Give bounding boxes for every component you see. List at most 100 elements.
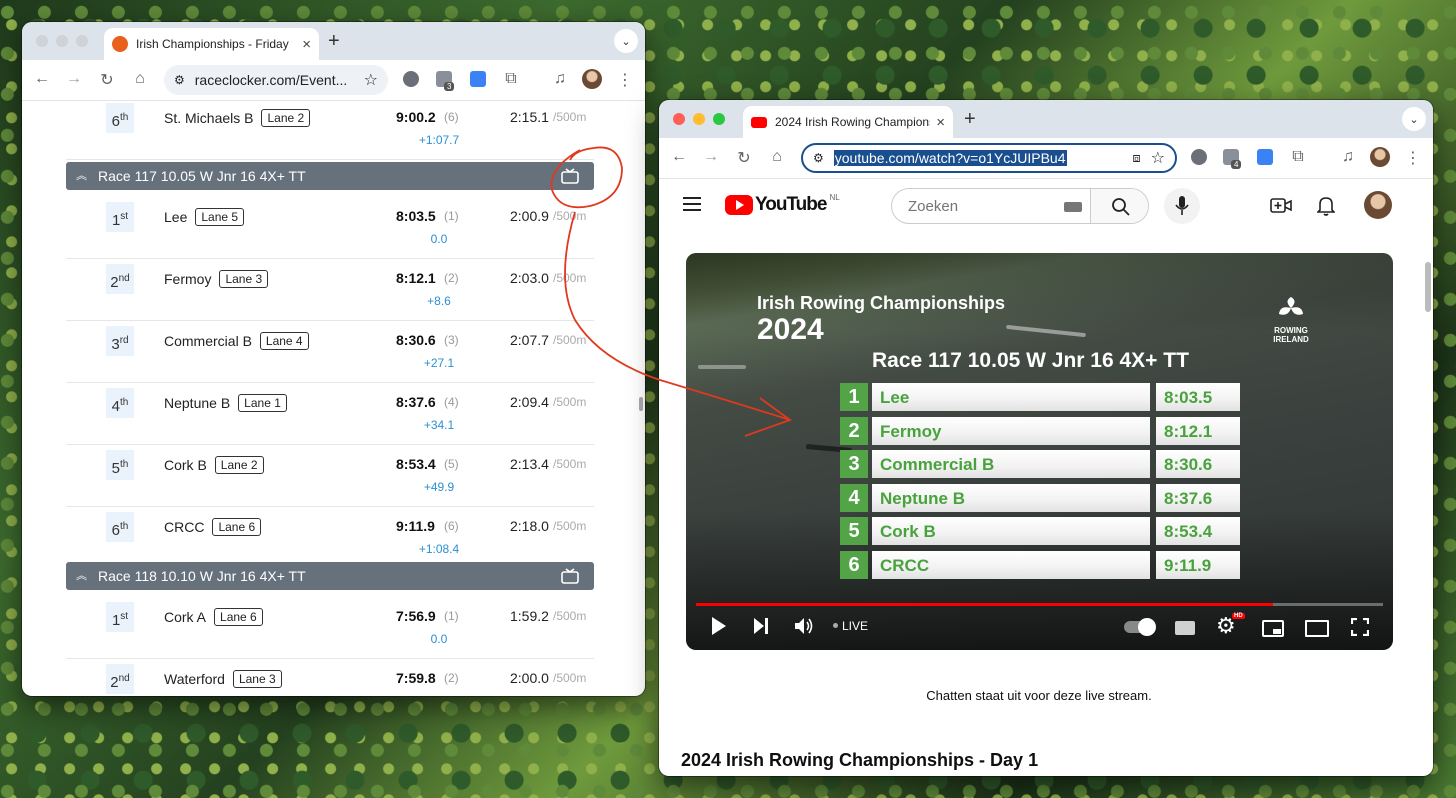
result-row: 3rd Commercial B Lane 4 8:30.6 (3) +27.1 2:07.… bbox=[66, 320, 594, 383]
subtitles-icon[interactable] bbox=[1175, 621, 1195, 635]
account-avatar[interactable] bbox=[1364, 191, 1392, 219]
time-difference: +27.1 bbox=[423, 356, 455, 370]
new-tab-button[interactable]: + bbox=[964, 108, 976, 131]
bookmark-star-icon[interactable]: ☆ bbox=[364, 70, 378, 90]
tab-search-button[interactable]: ⌄ bbox=[614, 29, 638, 53]
site-settings-icon[interactable]: ⚙ bbox=[813, 151, 824, 165]
place-badge: 1st bbox=[106, 602, 134, 632]
boat-shape bbox=[1006, 324, 1086, 338]
race-header-117[interactable]: ︽ Race 117 10.05 W Jnr 16 4X+ TT bbox=[66, 162, 594, 190]
back-icon[interactable]: ← bbox=[32, 70, 52, 88]
reload-icon[interactable]: ↻ bbox=[97, 70, 117, 90]
split-time: 2:18.0 bbox=[510, 518, 549, 534]
forward-icon[interactable]: → bbox=[64, 70, 84, 88]
extension-gear-icon[interactable] bbox=[403, 71, 419, 87]
browser-menu-icon[interactable]: ⋮ bbox=[1403, 148, 1423, 168]
split-unit: /500m bbox=[553, 333, 587, 347]
volume-icon[interactable] bbox=[794, 617, 814, 635]
extension-phone-icon[interactable] bbox=[1257, 149, 1273, 165]
tab-youtube[interactable]: 2024 Irish Rowing Champions × bbox=[743, 106, 953, 138]
lane-badge: Lane 1 bbox=[238, 394, 287, 412]
play-icon[interactable] bbox=[710, 616, 728, 636]
tab-strip: 2024 Irish Rowing Champions × + ⌄ bbox=[659, 100, 1433, 138]
time-difference: +1:07.7 bbox=[418, 133, 460, 147]
miniplayer-icon[interactable] bbox=[1262, 620, 1284, 637]
youtube-logo[interactable]: YouTube NL bbox=[725, 193, 840, 216]
media-control-icon[interactable]: ♫ bbox=[1338, 148, 1358, 166]
leaderboard-time: 8:12.1 bbox=[1156, 416, 1240, 445]
close-tab-icon[interactable]: × bbox=[302, 36, 311, 53]
extensions-puzzle-icon[interactable]: ⧉ bbox=[501, 70, 521, 88]
browser-menu-icon[interactable]: ⋮ bbox=[615, 70, 635, 90]
crew-name: Cork B Lane 2 bbox=[164, 456, 264, 474]
scrollbar-thumb[interactable] bbox=[639, 397, 643, 411]
collapse-chevron-icon[interactable]: ︽ bbox=[76, 562, 87, 590]
profile-avatar[interactable] bbox=[1370, 147, 1390, 167]
media-control-icon[interactable]: ♫ bbox=[550, 70, 570, 88]
leaderboard-time: 9:11.9 bbox=[1156, 550, 1240, 579]
extensions-puzzle-icon[interactable]: ⧉ bbox=[1288, 148, 1308, 166]
leaderboard-position: 2 bbox=[840, 416, 868, 445]
autoplay-toggle[interactable] bbox=[1124, 618, 1156, 636]
hamburger-menu-icon[interactable] bbox=[683, 197, 701, 211]
voice-search-button[interactable] bbox=[1164, 188, 1200, 224]
leaderboard-position: 6 bbox=[840, 550, 868, 579]
create-video-icon[interactable] bbox=[1270, 197, 1292, 215]
new-tab-button[interactable]: + bbox=[328, 30, 340, 53]
place-badge: 6th bbox=[106, 512, 134, 542]
keyboard-icon[interactable] bbox=[1064, 202, 1082, 212]
rank: (2) bbox=[444, 671, 459, 685]
theater-mode-icon[interactable] bbox=[1305, 620, 1329, 637]
page-scrollbar-thumb[interactable] bbox=[1425, 262, 1431, 312]
tab-search-button[interactable]: ⌄ bbox=[1402, 107, 1426, 131]
home-icon[interactable]: ⌂ bbox=[130, 70, 150, 88]
address-bar[interactable]: ⚙ raceclocker.com/Event... ☆ bbox=[164, 65, 388, 95]
next-icon[interactable] bbox=[752, 617, 770, 635]
notifications-bell-icon[interactable] bbox=[1317, 196, 1335, 216]
window-controls bbox=[673, 113, 725, 125]
profile-avatar[interactable] bbox=[582, 69, 602, 89]
install-app-icon[interactable]: ⧈ bbox=[1132, 150, 1140, 166]
tab-raceclocker[interactable]: Irish Championships - Friday × bbox=[104, 28, 319, 60]
progress-bar[interactable] bbox=[696, 603, 1383, 606]
chat-disabled-message: Chatten staat uit voor deze live stream. bbox=[926, 688, 1152, 703]
site-settings-icon[interactable]: ⚙ bbox=[174, 73, 185, 87]
home-icon[interactable]: ⌂ bbox=[767, 148, 787, 166]
lane-badge: Lane 3 bbox=[219, 270, 269, 288]
finish-time: 8:03.5 bbox=[396, 208, 436, 224]
time-difference: +49.9 bbox=[423, 480, 455, 494]
search-box[interactable] bbox=[891, 188, 1149, 224]
search-input[interactable] bbox=[906, 197, 1060, 216]
collapse-chevron-icon[interactable]: ︽ bbox=[76, 162, 87, 190]
extension-gear-icon[interactable] bbox=[1191, 149, 1207, 165]
forward-icon[interactable]: → bbox=[701, 148, 721, 166]
place-badge: 5th bbox=[106, 450, 134, 480]
zoom-window-button[interactable] bbox=[76, 35, 88, 47]
minimize-window-button[interactable] bbox=[56, 35, 68, 47]
extension-phone-icon[interactable] bbox=[470, 71, 486, 87]
place-badge: 6th bbox=[106, 103, 134, 133]
split-time: 1:59.2 bbox=[510, 608, 549, 624]
minimize-window-button[interactable] bbox=[693, 113, 705, 125]
race-header-118[interactable]: ︽ Race 118 10.10 W Jnr 16 4X+ TT bbox=[66, 562, 594, 590]
close-tab-icon[interactable]: × bbox=[936, 114, 945, 131]
close-window-button[interactable] bbox=[673, 113, 685, 125]
fullscreen-icon[interactable] bbox=[1351, 618, 1369, 636]
browser-toolbar: ← → ↻ ⌂ ⚙ youtube.com/watch?v=o1YcJUIPBu… bbox=[659, 138, 1433, 179]
search-button[interactable] bbox=[1090, 189, 1148, 223]
back-icon[interactable]: ← bbox=[669, 148, 689, 166]
reload-icon[interactable]: ↻ bbox=[734, 148, 754, 168]
address-bar[interactable]: ⚙ youtube.com/watch?v=o1YcJUIPBu4 ⧈ ☆ bbox=[801, 143, 1177, 173]
live-indicator[interactable]: LIVE bbox=[833, 619, 868, 633]
tv-icon[interactable] bbox=[560, 568, 580, 586]
time-difference: +8.6 bbox=[427, 294, 451, 308]
bookmark-star-icon[interactable]: ☆ bbox=[1151, 148, 1165, 168]
finish-time: 8:53.4 bbox=[396, 456, 436, 472]
video-player[interactable]: Irish Rowing Championships 2024 ROWING I… bbox=[686, 253, 1393, 650]
zoom-window-button[interactable] bbox=[713, 113, 725, 125]
tv-icon[interactable] bbox=[560, 168, 580, 186]
youtube-favicon-icon bbox=[751, 116, 767, 128]
leaderboard-crew: Commercial B bbox=[872, 450, 1150, 478]
rank: (5) bbox=[444, 457, 459, 471]
close-window-button[interactable] bbox=[36, 35, 48, 47]
